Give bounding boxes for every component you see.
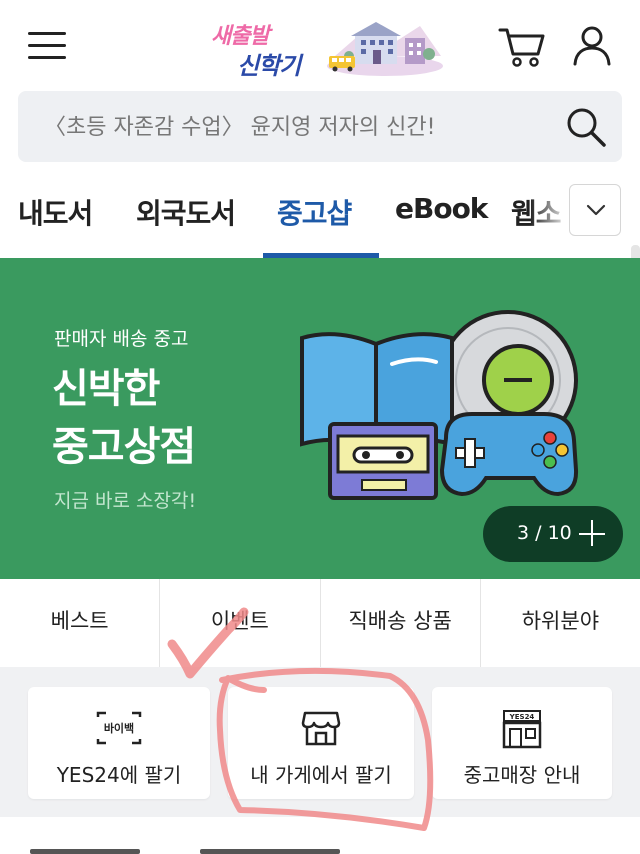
banner-cta: 지금 바로 소장각!: [54, 490, 197, 512]
subnav-direct-shipping[interactable]: 직배송 상품: [321, 579, 481, 667]
svg-text:바이백: 바이백: [104, 721, 134, 735]
search-input[interactable]: [44, 109, 554, 145]
store-icon: [301, 711, 341, 746]
next-section-peek: [0, 817, 640, 854]
tab-used-shop[interactable]: 중고샵: [277, 192, 352, 232]
subnav-best[interactable]: 베스트: [0, 579, 161, 667]
tab-foreign-books[interactable]: 외국도서: [136, 192, 236, 232]
buyback-icon: 바이백: [96, 711, 142, 745]
search-bar: [18, 91, 622, 162]
used-store-info-card[interactable]: YES24 중고매장 안내: [432, 687, 612, 799]
pager-count: 3 / 10: [517, 522, 572, 544]
used-goods-illustration: [300, 310, 579, 500]
sell-in-my-store-card[interactable]: 내 가게에서 팔기: [228, 687, 414, 799]
tab-domestic-books[interactable]: 내도서: [18, 192, 93, 232]
header: 새출발 신학기: [0, 0, 640, 90]
sell-to-yes24-card[interactable]: 바이백 YES24에 팔기: [28, 687, 210, 799]
plus-icon[interactable]: [579, 520, 607, 548]
banner-title-line1: 신박한: [52, 366, 160, 412]
search-icon[interactable]: [564, 105, 608, 149]
user-icon[interactable]: [572, 24, 612, 68]
hamburger-icon[interactable]: [28, 28, 68, 62]
sell-in-my-store-label: 내 가게에서 팔기: [250, 763, 392, 787]
chevron-down-icon: [586, 204, 606, 216]
sell-to-yes24-label: YES24에 팔기: [56, 763, 182, 787]
cart-icon[interactable]: [498, 26, 546, 68]
tabs-more-button[interactable]: [569, 184, 621, 236]
school-illustration: [327, 22, 443, 76]
logo-line2: 신학기: [237, 52, 301, 80]
shop-building-icon: YES24: [502, 710, 542, 749]
logo[interactable]: 새출발 신학기: [205, 12, 445, 80]
banner-pager[interactable]: 3 / 10: [483, 506, 623, 562]
promo-banner[interactable]: 판매자 배송 중고 신박한 중고상점 지금 바로 소장각! 3 / 10: [0, 258, 640, 579]
banner-title: 신박한 중고상점: [52, 360, 196, 476]
sell-shortcuts: 바이백 YES24에 팔기 내 가게에서 팔기 YES24 중고매장 안내: [0, 667, 640, 817]
tab-ebook[interactable]: eBook: [395, 192, 488, 225]
used-store-info-label: 중고매장 안내: [463, 763, 581, 787]
sub-navigation: 베스트 이벤트 직배송 상품 하위분야: [0, 579, 640, 667]
subnav-subcategory[interactable]: 하위분야: [481, 579, 640, 667]
subnav-event[interactable]: 이벤트: [160, 579, 321, 667]
banner-title-line2: 중고상점: [52, 424, 196, 470]
banner-subtitle: 판매자 배송 중고: [54, 328, 189, 350]
svg-text:YES24: YES24: [509, 713, 535, 721]
tabs-fade: [530, 170, 570, 250]
